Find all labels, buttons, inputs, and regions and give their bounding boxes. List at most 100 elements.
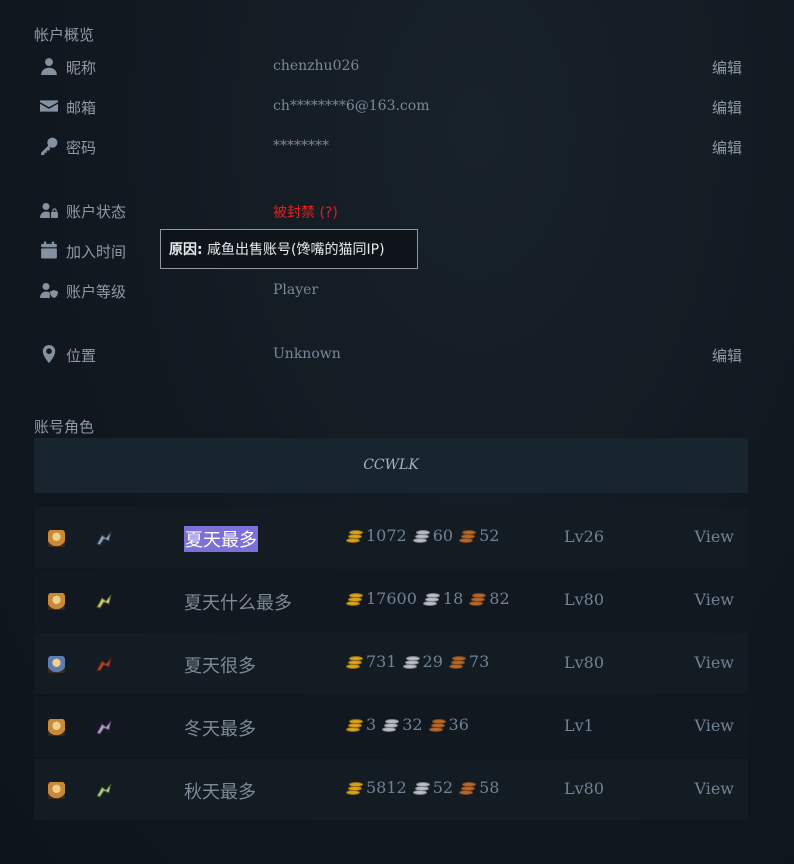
character-name[interactable]: 夏天最多 <box>184 526 258 552</box>
character-level: Lv80 <box>564 653 605 672</box>
view-character-link[interactable]: View <box>694 653 734 672</box>
race-icon <box>48 656 65 673</box>
class-icon <box>94 592 114 612</box>
account-level-label: 账户等级 <box>66 283 127 301</box>
envelope-icon <box>40 97 60 117</box>
character-level: Lv80 <box>564 779 605 798</box>
character-level: Lv80 <box>564 590 605 609</box>
join-date-label: 加入时间 <box>66 243 127 261</box>
character-name[interactable]: 夏天什么最多 <box>184 589 292 615</box>
characters-title: 账号角色 <box>34 418 95 436</box>
class-icon <box>94 529 114 549</box>
password-label: 密码 <box>66 139 97 157</box>
account-status-value[interactable]: 被封禁 (?) <box>273 202 338 222</box>
copper-coin-icon <box>447 653 467 671</box>
user-lock-icon <box>40 201 60 221</box>
race-icon <box>48 593 65 610</box>
character-name[interactable]: 秋天最多 <box>184 778 256 804</box>
gold-amount: 731 <box>366 652 397 671</box>
copper-coin-icon <box>467 590 487 608</box>
character-row[interactable]: 夏天最多 1072 60 52 Lv26 View <box>34 507 748 568</box>
silver-amount: 18 <box>442 589 464 608</box>
class-icon <box>94 718 114 738</box>
character-money: 3 32 36 <box>344 715 469 734</box>
edit-location-button[interactable]: 编辑 <box>712 345 742 366</box>
character-row[interactable]: 夏天什么最多 17600 18 82 Lv80 View <box>34 570 748 631</box>
silver-coin-icon <box>421 590 441 608</box>
character-money: 17600 18 82 <box>344 589 510 608</box>
race-icon <box>48 530 65 547</box>
silver-amount: 29 <box>422 652 443 671</box>
gold-coin-icon <box>344 653 364 671</box>
user-shield-icon <box>40 281 60 301</box>
key-icon <box>40 137 60 157</box>
gold-amount: 3 <box>366 715 377 734</box>
user-icon <box>40 57 60 77</box>
character-row[interactable]: 夏天很多 731 29 73 Lv80 View <box>34 633 748 694</box>
edit-email-button[interactable]: 编辑 <box>712 97 742 118</box>
account-status-label: 账户状态 <box>66 203 127 221</box>
calendar-icon <box>40 241 60 261</box>
location-row: 位置 Unknown 编辑 <box>40 343 742 367</box>
character-money: 731 29 73 <box>344 652 489 671</box>
edit-password-button[interactable]: 编辑 <box>712 137 742 158</box>
character-row[interactable]: 秋天最多 5812 52 58 Lv80 View <box>34 759 748 820</box>
copper-coin-icon <box>427 716 447 734</box>
character-name[interactable]: 冬天最多 <box>184 715 256 741</box>
map-marker-icon <box>40 345 60 365</box>
silver-coin-icon <box>380 716 400 734</box>
account-level-row: 账户等级 Player <box>40 279 742 303</box>
copper-coin-icon <box>457 779 477 797</box>
location-value: Unknown <box>273 346 341 362</box>
password-row: 密码 ******** 编辑 <box>40 135 742 159</box>
silver-amount: 60 <box>432 526 454 545</box>
copper-coin-icon <box>457 527 477 545</box>
email-value: ch********6@163.com <box>273 98 430 114</box>
account-status-row: 账户状态 被封禁 (?) <box>40 199 742 223</box>
silver-coin-icon <box>411 779 431 797</box>
race-icon <box>48 782 65 799</box>
tooltip-prefix: 原因: <box>169 242 203 258</box>
silver-amount: 52 <box>432 778 454 797</box>
password-value: ******** <box>273 138 329 154</box>
character-level: Lv1 <box>564 716 594 735</box>
tooltip-text: 咸鱼出售账号(馋嘴的猫同IP) <box>202 242 385 258</box>
silver-coin-icon <box>401 653 421 671</box>
view-character-link[interactable]: View <box>694 779 734 798</box>
ban-reason-tooltip: 原因: 咸鱼出售账号(馋嘴的猫同IP) <box>160 229 418 269</box>
copper-amount: 52 <box>479 526 500 545</box>
realm-header: CCWLK <box>34 438 748 493</box>
email-label: 邮箱 <box>66 99 97 117</box>
character-row[interactable]: 冬天最多 3 32 36 Lv1 View <box>34 696 748 757</box>
gold-coin-icon <box>344 779 364 797</box>
character-money: 5812 52 58 <box>344 778 499 797</box>
copper-amount: 82 <box>489 589 510 608</box>
character-money: 1072 60 52 <box>344 526 499 545</box>
class-icon <box>94 655 114 675</box>
copper-amount: 36 <box>448 715 469 734</box>
copper-amount: 73 <box>468 652 490 671</box>
gold-coin-icon <box>344 527 364 545</box>
gold-amount: 17600 <box>366 589 417 608</box>
character-level: Lv26 <box>564 527 605 546</box>
location-label: 位置 <box>66 347 97 365</box>
gold-amount: 5812 <box>366 778 407 797</box>
gold-coin-icon <box>344 590 364 608</box>
character-name[interactable]: 夏天很多 <box>184 652 256 678</box>
view-character-link[interactable]: View <box>694 716 734 735</box>
nickname-row: 昵称 chenzhu026 编辑 <box>40 55 742 79</box>
race-icon <box>48 719 65 736</box>
silver-coin-icon <box>411 527 431 545</box>
nickname-label: 昵称 <box>66 59 97 77</box>
gold-coin-icon <box>344 716 364 734</box>
edit-nickname-button[interactable]: 编辑 <box>712 57 742 78</box>
view-character-link[interactable]: View <box>694 527 734 546</box>
nickname-value: chenzhu026 <box>273 58 360 74</box>
silver-amount: 32 <box>402 715 423 734</box>
overview-title: 帐户概览 <box>34 26 95 44</box>
view-character-link[interactable]: View <box>694 590 734 609</box>
class-icon <box>94 781 114 801</box>
copper-amount: 58 <box>479 778 500 797</box>
gold-amount: 1072 <box>366 526 407 545</box>
account-level-value: Player <box>273 282 319 298</box>
